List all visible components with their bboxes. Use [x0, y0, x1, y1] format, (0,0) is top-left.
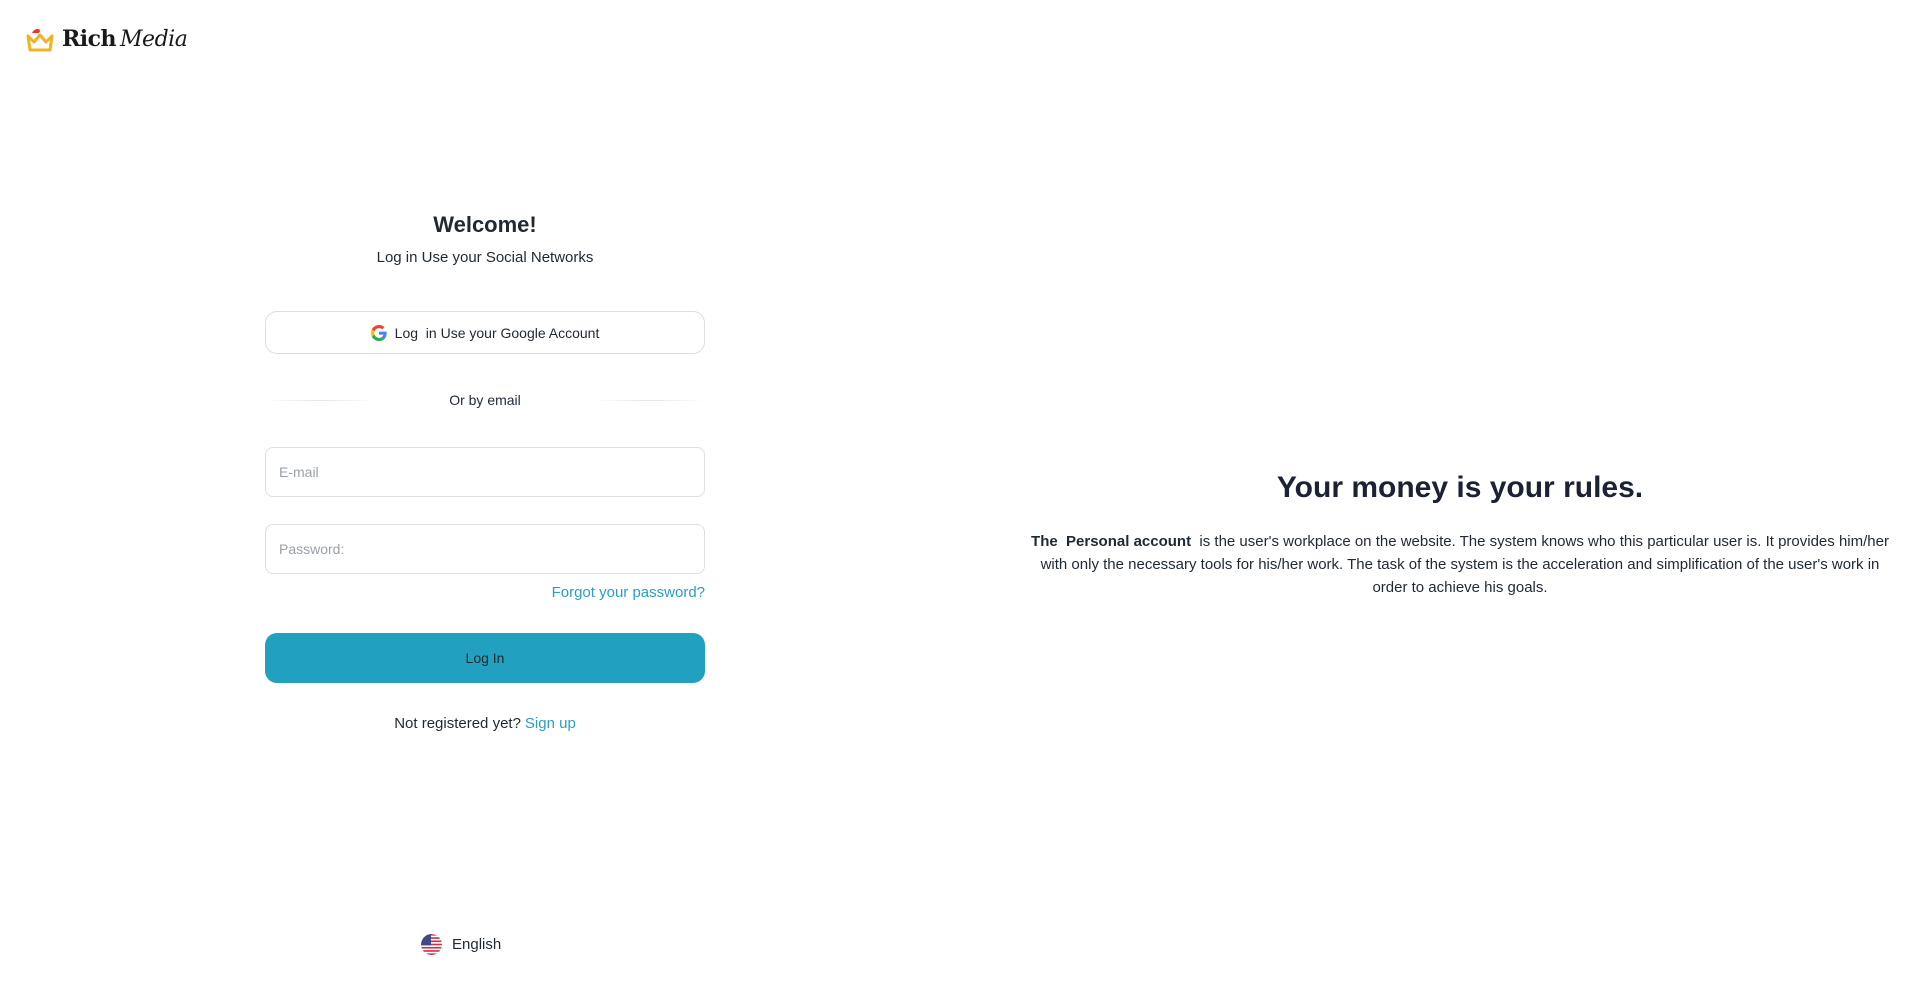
- promo-text: The Personal account is the user's workp…: [1020, 530, 1900, 599]
- crown-icon: [26, 28, 54, 52]
- divider-line-right: [595, 400, 705, 401]
- email-field[interactable]: [265, 447, 705, 497]
- divider-line-left: [265, 400, 375, 401]
- register-row: Not registered yet? Sign up: [265, 715, 705, 732]
- sign-up-link[interactable]: Sign up: [525, 715, 576, 732]
- login-button[interactable]: Log In: [265, 633, 705, 683]
- google-icon: [370, 324, 387, 341]
- language-label: English: [452, 936, 502, 953]
- google-login-button[interactable]: Log in Use your Google Account: [265, 311, 705, 354]
- forgot-password-link[interactable]: Forgot your password?: [552, 584, 705, 601]
- us-flag-icon: [421, 934, 442, 955]
- password-field[interactable]: [265, 524, 705, 574]
- google-login-label: Log in Use your Google Account: [394, 324, 600, 341]
- divider-text: Or by email: [439, 392, 531, 408]
- page-title: Welcome!: [433, 212, 537, 237]
- brand-logo[interactable]: Rich Media: [26, 26, 188, 52]
- language-selector[interactable]: English: [421, 934, 501, 955]
- promo-panel: Your money is your rules. The Personal a…: [1020, 468, 1900, 599]
- promo-title: Your money is your rules.: [1276, 471, 1644, 504]
- divider: Or by email: [265, 390, 705, 410]
- register-prompt: Not registered yet?: [394, 715, 521, 732]
- brand-name: Rich Media: [62, 26, 188, 52]
- brand-name-italic: Media: [120, 27, 188, 52]
- login-panel: Welcome! Log in Use your Social Networks…: [265, 210, 705, 732]
- login-subtitle: Log in Use your Social Networks: [376, 249, 594, 266]
- promo-text-lead: The Personal account: [1031, 533, 1196, 550]
- brand-name-bold: Rich: [62, 26, 117, 52]
